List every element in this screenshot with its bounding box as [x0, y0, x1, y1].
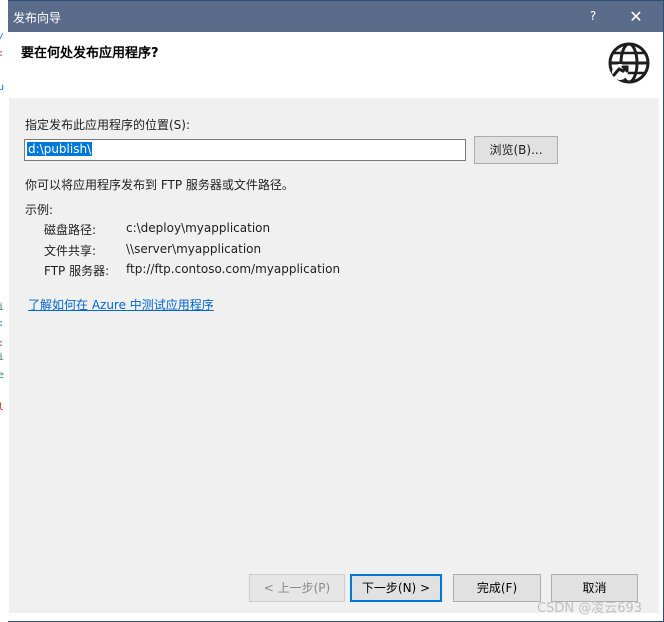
azure-test-link[interactable]: 了解如何在 Azure 中测试应用程序 [28, 296, 214, 313]
title-bar[interactable]: 发布向导 ? ✕ [1, 1, 663, 32]
browse-button[interactable]: 浏览(B)... [474, 136, 558, 164]
editor-glyph: : [0, 339, 8, 349]
editor-glyph: i [0, 352, 5, 363]
editor-glyph: / [0, 33, 8, 43]
next-button[interactable]: 下一步(N) > [350, 574, 442, 602]
editor-glyph: : [0, 49, 8, 59]
wizard-header: 要在何处发布应用程序? [9, 32, 663, 98]
example-key: 文件共享: [44, 244, 97, 258]
wizard-body: 指定发布此应用程序的位置(S): d:\publish\ 浏览(B)... 你可… [9, 98, 659, 553]
editor-glyph: i [0, 302, 5, 313]
example-value: ftp://ftp.contoso.com/myapplication [126, 262, 341, 276]
examples-title: 示例: [25, 203, 54, 217]
example-value: c:\deploy\myapplication [126, 221, 271, 235]
back-button[interactable]: < 上一步(P) [249, 574, 345, 602]
page-title: 要在何处发布应用程序? [21, 46, 159, 61]
window-title: 发布向导 [13, 11, 62, 25]
editor-glyph: e [0, 370, 5, 381]
hint-text: 你可以将应用程序发布到 FTP 服务器或文件路径。 [25, 178, 294, 192]
csdn-watermark: CSDN @凌云693 [537, 601, 643, 616]
globe-icon [608, 42, 650, 84]
publish-wizard-dialog: 发布向导 ? ✕ 要在何处发布应用程序? 指定发布此应用程序的位置(S): d:… [0, 0, 664, 622]
publish-location-input[interactable]: d:\publish\ [24, 139, 466, 161]
editor-glyph: u [0, 82, 5, 93]
help-button[interactable]: ? [579, 1, 607, 32]
example-key: FTP 服务器: [44, 264, 110, 278]
example-value: \\server\myapplication [126, 242, 262, 256]
finish-button[interactable]: 完成(F) [453, 574, 541, 602]
publish-location-value: d:\publish\ [27, 142, 93, 156]
editor-glyph: l [0, 402, 5, 413]
editor-glyph: : [0, 319, 8, 329]
example-key: 磁盘路径: [44, 223, 97, 237]
location-label: 指定发布此应用程序的位置(S): [25, 118, 191, 132]
background-editor-strip: / : u i : : i e l [0, 0, 8, 622]
close-button[interactable]: ✕ [619, 1, 653, 32]
